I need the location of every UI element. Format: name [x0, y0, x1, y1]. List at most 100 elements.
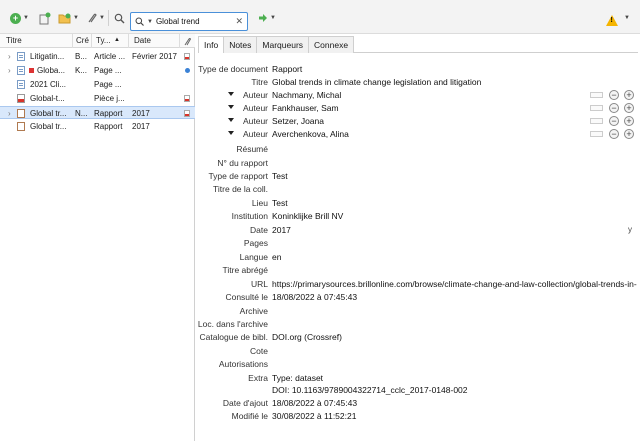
row-title: Globa... [37, 66, 66, 75]
pdf-attachment-icon[interactable] [184, 110, 190, 117]
chevron-right-icon[interactable]: › [8, 66, 11, 75]
row-type: Article ... [94, 52, 126, 61]
remove-author-icon[interactable]: − [609, 103, 619, 113]
add-by-identifier-button[interactable] [38, 10, 51, 26]
table-row[interactable]: › Litigatin... B... Article ... Février … [0, 50, 195, 63]
author-value[interactable]: Setzer, Joana [272, 116, 324, 126]
chevron-down-icon: ▼ [270, 15, 276, 21]
attachment-button[interactable]: ▼ [86, 10, 105, 26]
report-icon [17, 122, 25, 131]
pdf-attachment-icon[interactable] [184, 53, 190, 60]
switch-name-mode-icon[interactable] [590, 92, 603, 98]
field-label: Loc. dans l'archive [197, 319, 268, 329]
table-row[interactable]: Global tr... Rapport 2017 [0, 120, 195, 133]
table-row-selected[interactable]: › Global tr... N... Rapport 2017 [0, 106, 195, 119]
clear-search-icon[interactable]: ✕ [235, 16, 247, 27]
add-author-icon[interactable]: + [624, 129, 634, 139]
table-row[interactable]: 2021 Cli... Page ... [0, 78, 195, 91]
field-label: Cote [250, 346, 268, 356]
language-value[interactable]: en [272, 252, 281, 262]
chevron-right-icon[interactable]: › [8, 52, 11, 61]
field-pages: Pages [196, 237, 640, 250]
creator-type-dropdown-icon[interactable] [228, 92, 234, 96]
item-tabs: Info Notes Marqueurs Connexe [198, 36, 638, 53]
extra-value-line1[interactable]: Type: dataset [272, 373, 323, 383]
doc-type-value[interactable]: Rapport [272, 64, 302, 74]
remove-author-icon[interactable]: − [609, 90, 619, 100]
author-value[interactable]: Averchenkova, Alina [272, 129, 349, 139]
field-label: N° du rapport [217, 158, 268, 168]
field-series-title: Titre de la coll. [196, 183, 640, 196]
column-title[interactable]: Titre [6, 36, 22, 45]
tab-related[interactable]: Connexe [308, 36, 355, 53]
table-row[interactable]: Global-t... Pièce j... [0, 92, 195, 105]
search-icon [135, 17, 144, 26]
table-row[interactable]: › Globa... K... Page ... [0, 64, 195, 77]
report-type-value[interactable]: Test [272, 171, 288, 181]
creator-type-dropdown-icon[interactable] [228, 131, 234, 135]
field-date-added: Date d'ajout 18/08/2022 à 07:45:43 [196, 397, 640, 410]
institution-value[interactable]: Koninklijke Brill NV [272, 211, 343, 221]
search-mode-dropdown-icon[interactable]: ▼ [147, 19, 153, 25]
new-item-button[interactable]: + ▼ [10, 10, 29, 26]
url-value[interactable]: https://primarysources.brillonline.com/b… [272, 279, 637, 289]
field-abstract: Résumé [196, 143, 640, 156]
creator-type-dropdown-icon[interactable] [228, 105, 234, 109]
new-collection-button[interactable]: ▼ [58, 10, 79, 26]
field-label[interactable]: URL [251, 279, 268, 289]
author-value[interactable]: Nachmany, Michal [272, 90, 341, 100]
remove-author-icon[interactable]: − [609, 116, 619, 126]
library-catalog-value[interactable]: DOI.org (Crossref) [272, 332, 342, 342]
chevron-right-icon[interactable]: › [8, 109, 11, 118]
tab-tags[interactable]: Marqueurs [256, 36, 310, 53]
toolbar-divider [108, 10, 109, 26]
tab-info[interactable]: Info [198, 36, 225, 53]
field-label: Extra [248, 373, 268, 383]
add-author-icon[interactable]: + [624, 116, 634, 126]
toolbar: + ▼ ▼ ▼ ▼ Global trend ✕ ▼ ▼ [0, 0, 640, 34]
field-label[interactable]: Auteur [243, 103, 268, 113]
switch-name-mode-icon[interactable] [590, 105, 603, 111]
field-label[interactable]: Auteur [243, 116, 268, 126]
actions-menu-button[interactable]: ▼ [624, 10, 630, 26]
field-label[interactable]: Auteur [243, 90, 268, 100]
column-date[interactable]: Date [134, 36, 151, 45]
author-value[interactable]: Fankhauser, Sam [272, 103, 339, 113]
chevron-down-icon: ▼ [624, 15, 630, 21]
field-label: Titre [251, 77, 268, 87]
switch-name-mode-icon[interactable] [590, 131, 603, 137]
add-author-icon[interactable]: + [624, 103, 634, 113]
row-title: 2021 Cli... [30, 80, 67, 89]
extra-value-line2[interactable]: DOI: 10.1163/9789004322714_cclc_2017-014… [272, 385, 468, 395]
new-item-icon: + [10, 12, 21, 24]
accessed-value[interactable]: 18/08/2022 à 07:45:43 [272, 292, 357, 302]
chevron-down-icon: ▼ [23, 15, 29, 21]
place-value[interactable]: Test [272, 198, 288, 208]
row-type: Pièce j... [94, 94, 125, 103]
snapshot-attachment-icon[interactable] [185, 68, 190, 73]
search-input[interactable]: ▼ Global trend ✕ [130, 12, 248, 31]
creator-type-dropdown-icon[interactable] [228, 118, 234, 122]
field-extra: Extra Type: dataset DOI: 10.1163/9789004… [196, 372, 640, 398]
column-type[interactable]: Ty... [96, 36, 111, 45]
title-value[interactable]: Global trends in climate change legislat… [272, 77, 481, 87]
field-date-modified: Modifié le 30/08/2022 à 11:52:21 [196, 410, 640, 423]
date-value[interactable]: 2017 [272, 225, 291, 235]
chevron-down-icon: ▼ [99, 15, 105, 21]
remove-author-icon[interactable]: − [609, 129, 619, 139]
add-author-icon[interactable]: + [624, 90, 634, 100]
row-title: Global tr... [30, 122, 67, 131]
field-label[interactable]: Auteur [243, 129, 268, 139]
advanced-search-button[interactable] [114, 10, 125, 26]
pdf-attachment-icon[interactable] [184, 95, 190, 102]
web-page-icon [17, 80, 25, 89]
tab-notes[interactable]: Notes [223, 36, 258, 53]
field-accessed: Consulté le 18/08/2022 à 07:45:43 [196, 291, 640, 304]
row-title: Litigatin... [30, 52, 65, 61]
warning-icon[interactable] [606, 15, 618, 26]
date-format-indicator: y [628, 225, 632, 234]
column-creator[interactable]: Cré [76, 36, 89, 45]
locate-button[interactable]: ▼ [258, 10, 276, 26]
field-label: Autorisations [218, 359, 268, 369]
switch-name-mode-icon[interactable] [590, 118, 603, 124]
